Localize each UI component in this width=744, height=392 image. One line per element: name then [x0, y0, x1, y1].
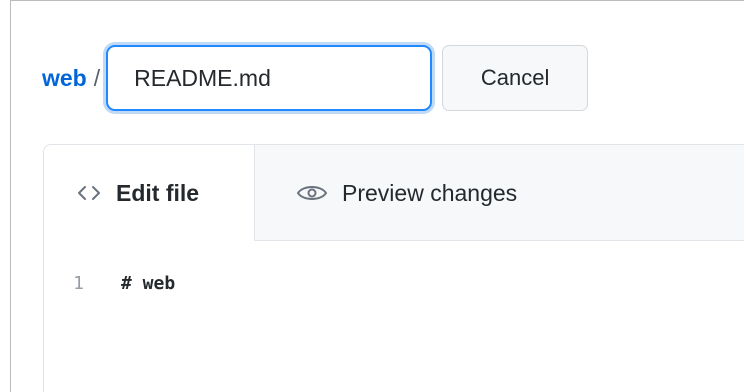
- file-editor: Edit file Preview changes 1 # web: [43, 144, 744, 392]
- tab-edit-file-label: Edit file: [116, 179, 200, 206]
- line-content[interactable]: # web: [121, 273, 175, 294]
- repo-link[interactable]: web: [42, 65, 87, 92]
- breadcrumb: web / Cancel: [42, 44, 589, 112]
- tab-preview-changes[interactable]: Preview changes: [284, 145, 517, 241]
- code-area[interactable]: 1 # web: [44, 269, 175, 297]
- tab-edit-file[interactable]: Edit file: [44, 145, 255, 241]
- path-separator: /: [93, 64, 101, 91]
- line-number: 1: [73, 272, 84, 294]
- filename-input[interactable]: [106, 45, 433, 111]
- code-line: 1 # web: [44, 269, 175, 297]
- tab-preview-changes-label: Preview changes: [342, 179, 518, 206]
- cancel-button[interactable]: Cancel: [442, 45, 589, 111]
- code-icon: [76, 185, 102, 201]
- editor-tabs: Edit file Preview changes: [44, 145, 744, 241]
- eye-icon: [296, 183, 328, 203]
